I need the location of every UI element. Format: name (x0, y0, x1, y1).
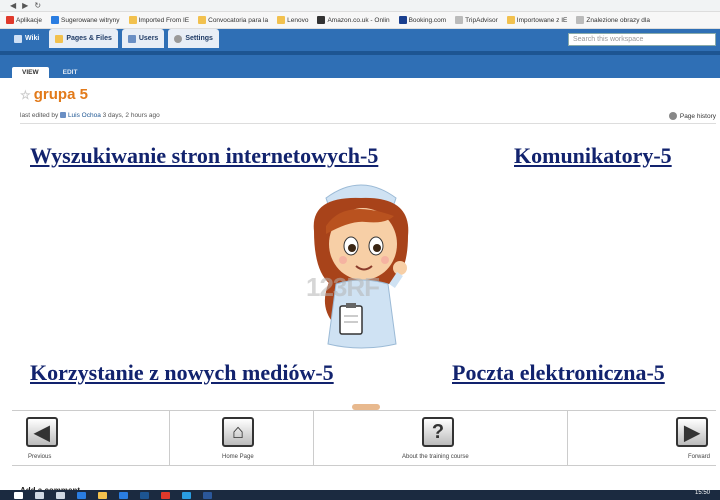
author-link[interactable]: Luis Ochoa (68, 112, 101, 119)
nav-home[interactable]: ⌂ Home Page (170, 411, 314, 465)
nav-previous-label: Previous (28, 454, 52, 460)
browser-toolbar: ◀ ▶ ↻ (0, 0, 720, 12)
users-icon (127, 34, 136, 43)
mail-icon[interactable] (140, 491, 149, 499)
bookmark-item[interactable]: Convocatoria para la (198, 16, 268, 24)
page-history-label: Page history (679, 112, 716, 120)
bookmark-item[interactable]: Aplikacje (6, 16, 42, 24)
bookmark-icon (51, 16, 60, 24)
bookmark-label: Importowane z IE (516, 16, 568, 24)
bookmark-item[interactable]: Importowane z IE (506, 16, 568, 24)
start-icon[interactable] (14, 491, 23, 499)
tab-wiki-label: Wiki (25, 35, 40, 42)
nav-previous[interactable]: ◀ Previous (12, 411, 170, 465)
bookmark-label: Sugerowane witryny (61, 16, 120, 24)
subbar (0, 55, 720, 65)
bookmark-item[interactable]: Znalezione obrazy dla (576, 16, 650, 24)
search-input[interactable]: Search this workspace (568, 33, 716, 46)
view-tabs: VIEW EDIT (0, 65, 720, 78)
meta-time: 3 days, 2 hours ago (102, 112, 160, 119)
bookmark-label: TripAdvisor (465, 16, 498, 24)
page-history-link[interactable]: Page history (668, 112, 716, 120)
page-title: ☆ grupa 5 (20, 86, 88, 103)
bookmark-icon (6, 16, 14, 24)
bookmark-label: Lenovo (287, 16, 309, 24)
tab-edit[interactable]: EDIT (53, 67, 88, 78)
nav-forward-label: Forward (688, 454, 711, 460)
tab-pages-files-label: Pages & Files (66, 35, 112, 42)
bookmark-icon (317, 16, 326, 24)
bookmark-item[interactable]: Amazon.co.uk - Onlin (317, 16, 390, 24)
nurse-illustration (313, 184, 409, 349)
bookmark-label: Booking.com (408, 16, 447, 24)
watermark: 123RF (306, 272, 380, 302)
bookmark-item[interactable]: Lenovo (277, 16, 308, 24)
search-icon[interactable] (35, 491, 44, 499)
home-icon[interactable]: ⌂ (222, 417, 254, 447)
wiki-navbar: Wiki Pages & Files Users Settings Search… (0, 29, 720, 55)
bookmark-icon (128, 16, 137, 24)
forward-icon[interactable]: ▶ (22, 1, 28, 10)
tab-pages-files[interactable]: Pages & Files (49, 29, 118, 48)
bookmark-label: Amazon.co.uk - Onlin (327, 16, 390, 24)
bookmark-label: Aplikacje (16, 16, 43, 24)
tab-settings[interactable]: Settings (168, 29, 219, 48)
bookmark-item[interactable]: Sugerowane witryny (51, 16, 120, 24)
gear-icon (174, 34, 183, 43)
nav-home-label: Home Page (222, 454, 254, 460)
explorer-icon[interactable] (98, 491, 107, 499)
meta-prefix: last edited by (20, 112, 59, 119)
clock-icon (668, 112, 677, 120)
page-meta: last edited by Luis Ochoa 3 days, 2 hour… (20, 112, 160, 119)
reload-icon[interactable]: ↻ (34, 1, 41, 10)
bookmark-label: Imported From IE (138, 16, 190, 24)
bookmark-icon (398, 16, 407, 24)
tab-users-label: Users (138, 35, 159, 42)
tab-users[interactable]: Users (121, 29, 165, 48)
edge-icon[interactable] (77, 491, 86, 499)
wiki-icon (14, 34, 22, 43)
page-title-text: grupa 5 (33, 86, 88, 103)
bookmark-item[interactable]: TripAdvisor (455, 16, 498, 24)
tab-view[interactable]: VIEW (12, 67, 49, 78)
bookmark-icon (198, 16, 207, 24)
nav-about-label: About the training course (402, 454, 469, 460)
back-icon[interactable]: ◀ (10, 1, 16, 10)
left-margin (0, 78, 12, 490)
link-komunikatory[interactable]: Komunikatory-5 (514, 143, 672, 169)
link-korzystanie[interactable]: Korzystanie z nowych mediów-5 (30, 360, 334, 386)
folder-icon (55, 34, 64, 43)
bookmark-icon (455, 16, 464, 24)
tab-settings-label: Settings (185, 35, 213, 42)
chrome-icon[interactable] (161, 491, 170, 499)
course-navigation: ◀ Previous ⌂ Home Page ? About the train… (12, 410, 716, 466)
taskbar-clock: 15:50 (694, 490, 710, 496)
arrow-right-icon[interactable]: ▶ (676, 417, 708, 447)
bookmark-item[interactable]: Imported From IE (128, 16, 190, 24)
bookmark-label: Znalezione obrazy dla (586, 16, 650, 24)
store-icon[interactable] (119, 491, 128, 499)
nav-about[interactable]: ? About the training course (314, 411, 568, 465)
bookmark-icon (277, 16, 286, 24)
nav-forward[interactable]: ▶ Forward (568, 411, 716, 465)
link-poczta[interactable]: Poczta elektroniczna-5 (452, 360, 665, 386)
taskview-icon[interactable] (56, 491, 65, 499)
bookmarks-bar: Aplikacje Sugerowane witryny Imported From… (0, 12, 720, 29)
link-wyszukiwanie[interactable]: Wyszukiwanie stron internetowych-5 (30, 143, 378, 169)
bookmark-icon (576, 16, 585, 24)
bookmark-icon (506, 16, 515, 24)
tab-wiki[interactable]: Wiki (8, 29, 45, 48)
divider (20, 123, 716, 124)
word-icon[interactable] (203, 491, 212, 499)
question-icon[interactable]: ? (422, 417, 454, 447)
star-icon[interactable]: ☆ (20, 88, 31, 102)
arrow-left-icon[interactable]: ◀ (26, 417, 58, 447)
windows-taskbar (0, 490, 720, 500)
user-icon (60, 112, 67, 118)
bookmark-label: Convocatoria para la (208, 16, 269, 24)
bookmark-item[interactable]: Booking.com (398, 16, 447, 24)
skype-icon[interactable] (182, 491, 191, 499)
